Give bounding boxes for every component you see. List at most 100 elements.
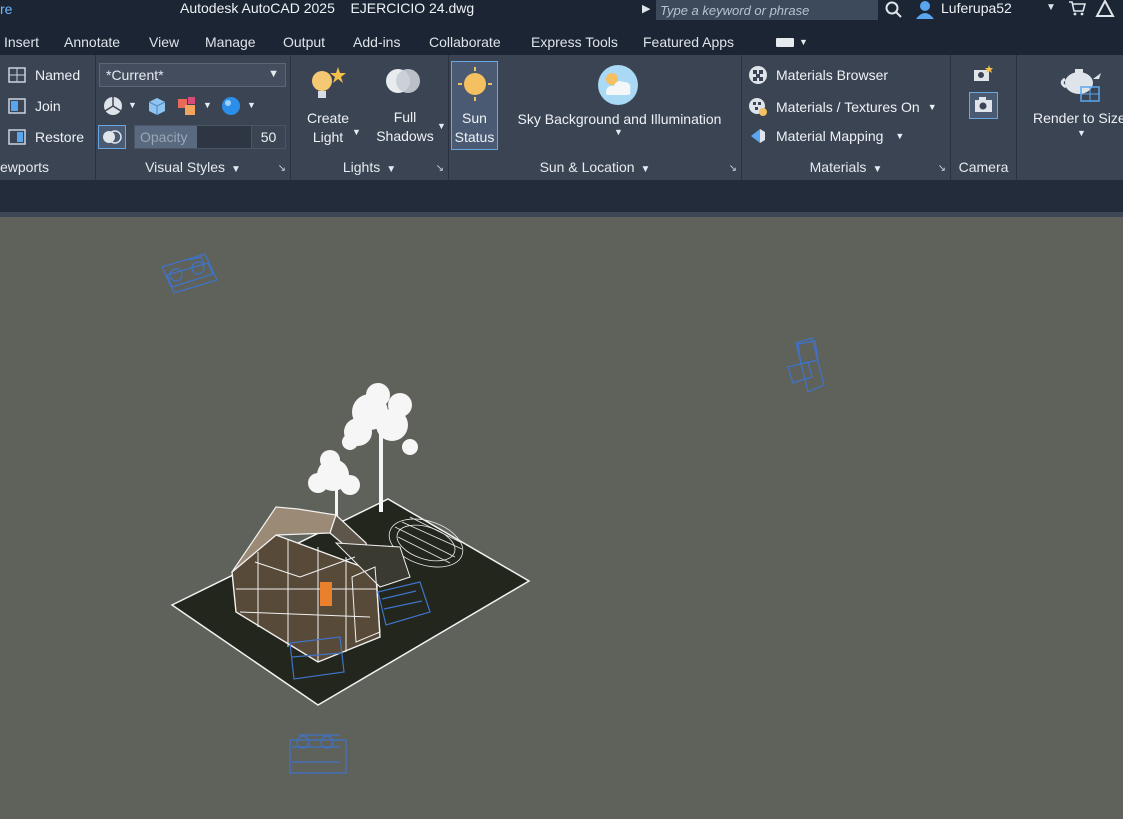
tree-small[interactable] — [308, 450, 360, 522]
join-label: Join — [35, 98, 61, 114]
edge-effects-dropdown-icon[interactable]: ▼ — [128, 100, 137, 110]
tab-annotate[interactable]: Annotate — [64, 34, 120, 50]
camera-panel-title[interactable]: Camera — [951, 157, 1016, 177]
camera-panel: Camera — [951, 55, 1017, 180]
furniture-highlight — [320, 582, 332, 606]
color-style-dropdown-icon[interactable]: ▼ — [203, 100, 212, 110]
lights-panel-title[interactable]: Lights ▼ — [291, 157, 448, 177]
sun-icon — [458, 67, 492, 101]
lights-panel: Create Light ▼ Full Shadows ▼ Lights ▼ ↘ — [291, 55, 449, 180]
sphere-material-dropdown-icon[interactable]: ▼ — [247, 100, 256, 110]
viewports-panel-title[interactable]: ewports — [0, 157, 95, 177]
full-shadows-button[interactable]: Full Shadows — [371, 108, 439, 146]
named-viewports-icon — [8, 67, 26, 83]
render-to-size-button[interactable]: Render to Size — [1033, 109, 1123, 128]
restore-label: Restore — [35, 129, 85, 145]
materials-launcher-icon[interactable]: ↘ — [938, 163, 946, 174]
restore-viewports-icon — [8, 129, 26, 145]
join-viewports-icon — [8, 98, 26, 114]
join-viewports-button[interactable]: Join — [7, 96, 61, 116]
sky-background-label: Sky Background and Illumination — [517, 111, 722, 127]
opacity-label: Opacity — [140, 129, 188, 145]
panel-toggle-icon[interactable] — [776, 38, 794, 47]
sun-location-launcher-icon[interactable]: ↘ — [729, 163, 737, 174]
sun-location-panel: Sun Status Sky Background and Illuminati… — [449, 55, 742, 180]
chevron-down-icon: ▼ — [268, 68, 279, 80]
create-camera-icon[interactable] — [972, 64, 994, 84]
create-light-dropdown-icon[interactable]: ▼ — [352, 127, 361, 137]
model-scene — [161, 253, 825, 774]
cart-icon[interactable] — [1068, 0, 1086, 16]
tab-output[interactable]: Output — [283, 34, 325, 50]
tab-view[interactable]: View — [149, 34, 179, 50]
sun-location-panel-title[interactable]: Sun & Location ▼ — [449, 157, 741, 177]
sun-status-label-2: Status — [454, 129, 495, 145]
mapping-dropdown-icon: ▼ — [895, 131, 905, 141]
camera-icon — [975, 97, 992, 112]
search-expand-arrow-icon[interactable]: ▶ — [642, 2, 650, 15]
drawing-viewport[interactable] — [0, 217, 1123, 814]
material-mapping-icon — [751, 129, 765, 143]
visual-styles-panel: *Current* ▼ ▼ ▼ ▼ Opacity 50 Visual Styl… — [96, 55, 291, 180]
x-ray-icon — [103, 130, 122, 144]
visual-styles-launcher-icon[interactable]: ↘ — [278, 163, 286, 174]
tab-insert[interactable]: Insert — [4, 34, 39, 50]
render-dropdown-icon[interactable]: ▼ — [1077, 128, 1086, 138]
opacity-value[interactable]: 50 — [251, 126, 285, 148]
lights-launcher-icon[interactable]: ↘ — [436, 163, 444, 174]
visual-style-select[interactable]: *Current* ▼ — [99, 63, 286, 87]
x-ray-toggle-button[interactable] — [98, 125, 126, 149]
materials-panel-title[interactable]: Materials ▼ — [742, 157, 950, 177]
named-label: Named — [35, 67, 81, 83]
user-dropdown-icon[interactable]: ▼ — [1046, 2, 1056, 13]
search-input[interactable] — [656, 0, 878, 20]
user-icon[interactable] — [914, 0, 936, 20]
panel-toggle-dropdown-icon[interactable]: ▼ — [799, 37, 808, 47]
tab-add-ins[interactable]: Add-ins — [353, 34, 400, 50]
app-menu-fragment[interactable]: re — [0, 1, 12, 17]
viewports-panel: Named Join Restore ewports — [0, 55, 96, 180]
camera-glyph[interactable] — [787, 337, 825, 393]
show-cameras-toggle[interactable] — [969, 92, 998, 119]
teapot-render-icon — [1060, 69, 1101, 102]
sun-status-button[interactable]: Sun Status — [451, 61, 498, 150]
textures-dropdown-icon: ▼ — [927, 102, 937, 112]
title-bar: re Autodesk AutoCAD 2025 EJERCICIO 24.dw… — [0, 0, 1123, 30]
sphere-material-icon[interactable] — [220, 95, 242, 117]
sky-background-dropdown-icon[interactable]: ▼ — [614, 127, 623, 137]
user-name[interactable]: Luferupa52 — [941, 0, 1012, 16]
visual-styles-panel-title[interactable]: Visual Styles ▼ — [96, 157, 290, 177]
materials-textures-button[interactable]: Materials / Textures On ▼ — [748, 97, 937, 117]
color-style-icon[interactable] — [175, 95, 199, 117]
material-mapping-button[interactable]: Material Mapping ▼ — [748, 126, 904, 146]
search-icon[interactable] — [884, 1, 904, 19]
checker-sphere-icon — [749, 66, 767, 84]
render-panel: Render to Size ▼ — [1017, 55, 1123, 180]
shadow-style-icon[interactable] — [145, 95, 169, 117]
tab-express-tools[interactable]: Express Tools — [531, 34, 618, 50]
sun-status-label-1: Sun — [462, 110, 487, 126]
create-light-icon — [312, 67, 346, 98]
tab-collaborate[interactable]: Collaborate — [429, 34, 501, 50]
create-light-button[interactable]: Create Light — [298, 109, 358, 147]
ribbon-tabs: Insert Annotate View Manage Output Add-i… — [0, 30, 1123, 55]
restore-viewports-button[interactable]: Restore — [7, 127, 84, 147]
named-viewports-button[interactable]: Named — [7, 65, 80, 85]
file-tabs-strip — [0, 180, 1123, 213]
ribbon: Named Join Restore ewports *Current* ▼ ▼… — [0, 55, 1123, 180]
camera-glyph[interactable] — [161, 253, 218, 294]
tab-manage[interactable]: Manage — [205, 34, 256, 50]
textures-icon — [749, 98, 767, 116]
autodesk-icon[interactable] — [1095, 0, 1115, 18]
visual-style-current: *Current* — [106, 67, 164, 83]
materials-browser-button[interactable]: Materials Browser — [748, 65, 888, 85]
sky-background-icon — [598, 65, 638, 105]
tab-featured-apps[interactable]: Featured Apps — [643, 34, 734, 50]
window-title: Autodesk AutoCAD 2025 EJERCICIO 24.dwg — [180, 0, 475, 16]
full-shadows-dropdown-icon[interactable]: ▼ — [437, 121, 446, 131]
materials-panel: Materials Browser Materials / Textures O… — [742, 55, 951, 180]
camera-glyph[interactable] — [289, 734, 347, 774]
opacity-slider[interactable]: Opacity 50 — [134, 125, 286, 149]
full-shadows-icon — [386, 69, 420, 93]
edge-effects-icon[interactable] — [102, 95, 124, 117]
